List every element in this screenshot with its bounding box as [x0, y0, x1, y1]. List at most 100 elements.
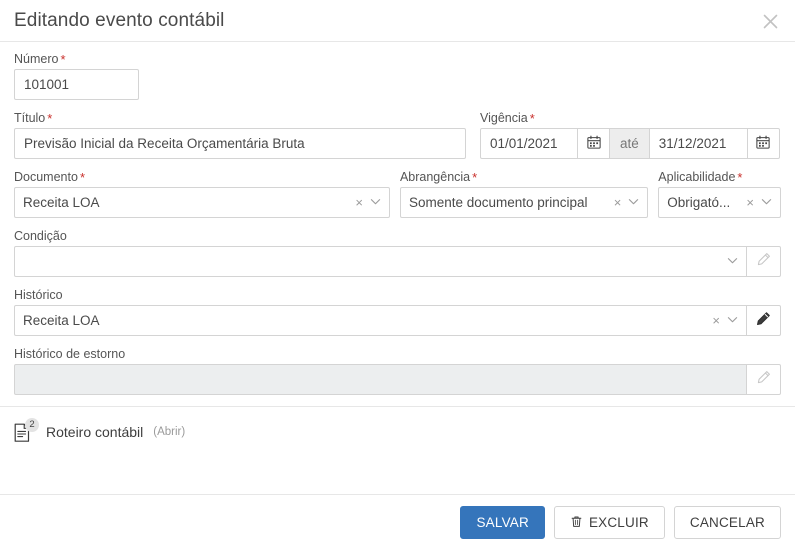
historico-estorno-control-group — [14, 364, 781, 395]
abrangencia-value: Somente documento principal — [408, 195, 588, 210]
row-documento-abrangencia-aplicabilidade: Documento* Receita LOA × Abrangência* — [14, 170, 781, 218]
numero-input[interactable]: 101001 — [14, 69, 139, 100]
roteiro-contabil-label: Roteiro contábil — [46, 424, 144, 440]
documento-adornments: × — [355, 195, 381, 210]
pencil-icon — [757, 252, 771, 271]
required-marker: * — [60, 52, 66, 67]
row-numero: Número * 101001 — [14, 52, 781, 100]
aplicabilidade-select[interactable]: Obrigató... × — [658, 187, 781, 218]
cancel-button-label: CANCELAR — [689, 515, 765, 530]
clear-icon[interactable]: × — [355, 196, 363, 209]
condicao-select[interactable] — [14, 246, 747, 277]
field-titulo: Título * Previsão Inicial da Receita Orça… — [14, 111, 466, 159]
label-titulo-text: Título — [14, 111, 46, 125]
row-historico: Histórico Receita LOA × — [14, 288, 781, 336]
row-titulo-vigencia: Título * Previsão Inicial da Receita Orça… — [14, 111, 781, 159]
field-condicao: Condição — [14, 229, 781, 277]
field-aplicabilidade: Aplicabilidade * Obrigató... × — [658, 170, 781, 218]
label-vigencia-text: Vigência — [480, 111, 528, 125]
field-numero: Número * 101001 — [14, 52, 139, 100]
trash-icon — [570, 515, 583, 531]
label-aplicabilidade-text: Aplicabilidade — [658, 170, 736, 184]
numero-value: 101001 — [24, 77, 70, 92]
vigencia-start-input[interactable]: 01/01/2021 — [480, 128, 578, 159]
dialog-header: Editando evento contábil — [0, 0, 795, 42]
delete-button[interactable]: EXCLUIR — [553, 506, 665, 539]
chevron-down-icon[interactable] — [370, 195, 381, 210]
historico-value: Receita LOA — [23, 313, 100, 328]
documento-value: Receita LOA — [23, 195, 100, 210]
vigencia-end-value: 31/12/2021 — [658, 136, 727, 151]
label-documento-text: Documento — [14, 170, 78, 184]
historico-select[interactable]: Receita LOA × — [14, 305, 747, 336]
vigencia-separator-text: até — [620, 136, 639, 151]
calendar-icon — [756, 135, 770, 152]
vigencia-separator: até — [610, 128, 650, 159]
required-marker: * — [47, 111, 53, 126]
label-documento: Documento * — [14, 170, 390, 185]
abrangencia-adornments: × — [614, 195, 640, 210]
required-marker: * — [737, 170, 743, 185]
titulo-input[interactable]: Previsão Inicial da Receita Orçamentária… — [14, 128, 466, 159]
save-button[interactable]: SALVAR — [460, 506, 545, 539]
label-condicao: Condição — [14, 229, 67, 243]
aplicabilidade-value: Obrigató... — [667, 195, 731, 210]
vigencia-end-calendar-button[interactable] — [747, 128, 780, 159]
page-title: Editando evento contábil — [14, 10, 225, 31]
label-historico-estorno: Histórico de estorno — [14, 347, 126, 361]
required-marker: * — [79, 170, 85, 185]
historico-estorno-input — [14, 364, 747, 395]
field-historico-estorno: Histórico de estorno — [14, 347, 781, 395]
vigencia-start-calendar-button[interactable] — [578, 128, 610, 159]
historico-estorno-edit-button — [747, 364, 781, 395]
chevron-down-icon[interactable] — [761, 195, 772, 210]
label-abrangencia: Abrangência * — [399, 170, 648, 185]
chevron-down-icon[interactable] — [727, 313, 738, 328]
historico-adornments: × — [712, 313, 738, 328]
required-marker: * — [529, 111, 535, 126]
field-vigencia: Vigência * 01/01/2021 até 31/12/2021 — [480, 111, 780, 159]
save-button-label: SALVAR — [476, 515, 529, 530]
close-button[interactable] — [757, 8, 783, 34]
cancel-button[interactable]: CANCELAR — [673, 506, 781, 539]
condicao-edit-button — [747, 246, 781, 277]
clear-icon[interactable]: × — [746, 196, 754, 209]
label-abrangencia-text: Abrangência — [399, 170, 471, 184]
field-abrangencia: Abrangência * Somente documento principal… — [399, 170, 649, 218]
historico-control-group: Receita LOA × — [14, 305, 781, 336]
label-numero-text: Número — [14, 52, 59, 66]
pencil-icon — [756, 311, 771, 331]
label-titulo: Título * — [14, 111, 466, 126]
vigencia-range: 01/01/2021 até 31/12/2021 — [480, 128, 780, 159]
row-historico-estorno: Histórico de estorno — [14, 347, 781, 395]
documento-select[interactable]: Receita LOA × — [14, 187, 390, 218]
roteiro-contabil-row[interactable]: 2 Roteiro contábil (Abrir) — [0, 407, 795, 443]
label-historico: Histórico — [14, 288, 63, 302]
abrangencia-select[interactable]: Somente documento principal × — [399, 187, 649, 218]
condicao-control-group — [14, 246, 781, 277]
field-historico: Histórico Receita LOA × — [14, 288, 781, 336]
edit-accounting-event-dialog: Editando evento contábil Número* 101001 — [0, 0, 795, 550]
chevron-down-icon[interactable] — [628, 195, 639, 210]
field-documento: Documento * Receita LOA × — [14, 170, 390, 218]
vigencia-end-input[interactable]: 31/12/2021 — [649, 128, 748, 159]
label-aplicabilidade: Aplicabilidade * — [658, 170, 781, 185]
titulo-value: Previsão Inicial da Receita Orçamentária… — [24, 136, 305, 151]
clear-icon[interactable]: × — [712, 314, 720, 327]
required-marker: * — [472, 170, 478, 185]
clear-icon[interactable]: × — [614, 196, 622, 209]
dialog-body: Número * 101001 Título * Previsão Inicial … — [0, 42, 795, 395]
row-condicao: Condição — [14, 229, 781, 277]
attachment-count-badge: 2 — [25, 418, 39, 432]
delete-button-label: EXCLUIR — [588, 515, 649, 530]
condicao-adornments — [727, 254, 738, 269]
label-vigencia: Vigência * — [480, 111, 780, 126]
historico-edit-button[interactable] — [747, 305, 781, 336]
close-icon — [763, 14, 778, 29]
document-icon: 2 — [14, 418, 39, 443]
roteiro-contabil-open-link[interactable]: (Abrir) — [153, 426, 185, 438]
vigencia-start-value: 01/01/2021 — [490, 136, 558, 151]
aplicabilidade-adornments: × — [746, 195, 772, 210]
chevron-down-icon[interactable] — [727, 254, 738, 269]
calendar-icon — [586, 135, 601, 152]
